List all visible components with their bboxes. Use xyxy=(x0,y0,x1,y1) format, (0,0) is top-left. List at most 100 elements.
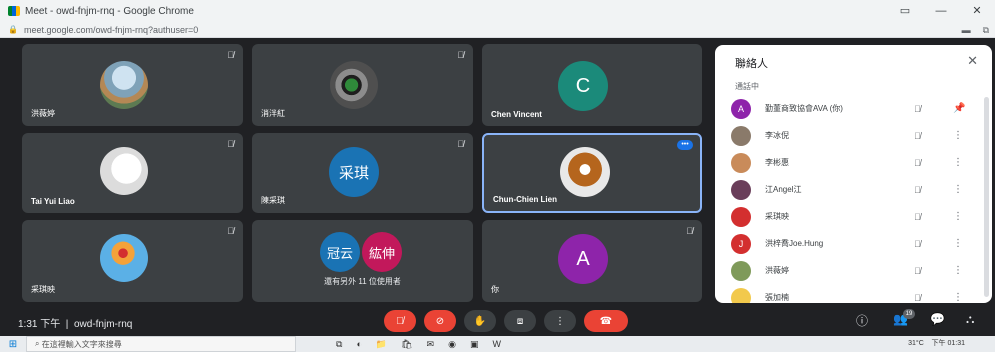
avatar: J xyxy=(731,233,751,254)
more-options-icon[interactable]: ⋮ xyxy=(953,157,963,168)
edge-icon[interactable]: ◐ xyxy=(356,339,361,350)
participant-name: 洪梓喬Joe.Hung xyxy=(765,239,824,248)
more-options-icon[interactable]: ⋮ xyxy=(953,130,963,141)
info-icon[interactable]: ⓘ xyxy=(856,312,868,329)
participant-tile[interactable]: 🎙̸ 消泮紅 xyxy=(252,44,473,126)
people-icon[interactable]: 👥 19 xyxy=(893,309,915,326)
participant-list: A 勤董商致協會AVA (你) 🎙̸ 📌 李冰倪 🎙̸ ⋮ 李彬惠 🎙̸ ⋮ 江… xyxy=(715,95,992,303)
others-count-label: 還有另外 11 位使用者 xyxy=(324,277,401,286)
mic-off-icon: 🎙̸ xyxy=(227,139,234,149)
task-view-icon[interactable]: ⧉ xyxy=(336,339,342,350)
present-button[interactable]: ⧈ xyxy=(504,310,536,332)
others-avatars: 冠云 紘伸 xyxy=(320,232,402,272)
avatar-letter: 冠云 xyxy=(320,232,360,272)
participant-tile[interactable]: 🎙̸ 采琪 陳采琪 xyxy=(252,133,473,213)
system-tray: 31°C 下午 01:31 xyxy=(908,336,965,352)
meet-favicon-icon xyxy=(8,6,20,16)
taskbar-search-input[interactable]: ⌕ 在這裡輸入文字來搜尋 xyxy=(26,336,296,352)
mic-off-icon: 🎙̸ xyxy=(457,139,464,149)
more-options-icon[interactable]: ⋮ xyxy=(953,265,963,276)
list-item[interactable]: 李冰倪 🎙̸ ⋮ xyxy=(715,122,992,149)
mic-off-icon: 🎙̸ xyxy=(914,265,921,276)
extension-icon[interactable]: ⧉ xyxy=(983,22,989,38)
self-tile[interactable]: 🎙̸ A 你 xyxy=(482,220,702,302)
avatar-letter: C xyxy=(558,61,608,111)
avatar-photo xyxy=(100,147,148,195)
store-icon[interactable]: 🛍 xyxy=(401,339,412,350)
activities-icon[interactable]: ⛬ xyxy=(966,312,974,327)
list-item[interactable]: 洪薇婷 🎙̸ ⋮ xyxy=(715,257,992,284)
participant-name: 江Angel江 xyxy=(765,185,802,194)
participant-count-badge: 19 xyxy=(902,309,915,319)
mic-toggle-button[interactable]: 🎙̸ xyxy=(384,310,416,332)
window-title: Meet - owd-fnjm-rnq - Google Chrome xyxy=(25,5,194,17)
avatar-photo xyxy=(330,61,378,109)
mic-off-icon: 🎙̸ xyxy=(396,315,404,327)
leave-call-button[interactable]: ☎ xyxy=(584,310,628,332)
mic-off-icon: 🎙̸ xyxy=(457,50,464,60)
meeting-controls-bar: 1:31 下午 | owd-fnjm-rnq 🎙̸ ⊘ ✋ ⧈ ⋮ ☎ ⓘ 👥 1… xyxy=(0,306,995,336)
participant-tile[interactable]: C Chen Vincent xyxy=(482,44,702,126)
mail-icon[interactable]: ✉ xyxy=(427,339,435,350)
restore-button[interactable]: ▭ xyxy=(887,0,923,22)
avatar-letter: A xyxy=(558,234,608,284)
minimize-button[interactable]: — xyxy=(923,0,959,22)
weather-temperature[interactable]: 31°C xyxy=(908,340,924,347)
meeting-code: owd-fnjm-rnq xyxy=(73,319,133,330)
participant-name: Chun-Chien Lien xyxy=(493,195,557,204)
participant-tile-speaking[interactable]: ••• Chun-Chien Lien xyxy=(482,133,702,213)
avatar-photo xyxy=(100,234,148,282)
mic-off-icon: 🎙̸ xyxy=(686,226,693,236)
chat-icon[interactable]: 💬 xyxy=(930,312,945,326)
mic-off-icon: 🎙̸ xyxy=(914,103,921,114)
more-options-icon[interactable]: ⋮ xyxy=(953,238,963,249)
taskbar-clock[interactable]: 下午 01:31 xyxy=(932,340,965,347)
meeting-time: 1:31 下午 | owd-fnjm-rnq xyxy=(18,319,133,330)
participant-name: 洪薇婷 xyxy=(31,109,55,118)
camera-toggle-button[interactable]: ⊘ xyxy=(424,310,456,332)
list-item[interactable]: J 洪梓喬Joe.Hung 🎙̸ ⋮ xyxy=(715,230,992,257)
more-options-icon[interactable]: ⋮ xyxy=(953,292,963,303)
more-vert-icon: ⋮ xyxy=(555,315,565,327)
chrome-icon[interactable]: ◉ xyxy=(448,339,456,350)
list-item[interactable]: 李彬惠 🎙̸ ⋮ xyxy=(715,149,992,176)
list-item[interactable]: 江Angel江 🎙̸ ⋮ xyxy=(715,176,992,203)
participant-tile[interactable]: 🎙̸ Tai Yui Liao xyxy=(22,133,243,213)
windows-start-icon[interactable]: ⊞ xyxy=(0,339,26,350)
avatar xyxy=(731,287,751,303)
line-icon[interactable]: ▣ xyxy=(470,339,479,350)
close-window-button[interactable]: ✕ xyxy=(959,0,995,22)
others-tile[interactable]: 冠云 紘伸 還有另外 11 位使用者 xyxy=(252,220,473,302)
participants-panel: 聯絡人 ✕ 通話中 A 勤董商致協會AVA (你) 🎙̸ 📌 李冰倪 🎙̸ ⋮ … xyxy=(715,45,992,303)
address-bar[interactable]: 🔒 meet.google.com/owd-fnjm-rnq?authuser=… xyxy=(0,22,995,38)
more-options-icon[interactable]: ⋮ xyxy=(953,211,963,222)
participant-tile[interactable]: 🎙̸ 洪薇婷 xyxy=(22,44,243,126)
list-item[interactable]: A 勤董商致協會AVA (你) 🎙̸ 📌 xyxy=(715,95,992,122)
raise-hand-button[interactable]: ✋ xyxy=(464,310,496,332)
list-item[interactable]: 張加楠 🎙̸ ⋮ xyxy=(715,284,992,303)
mic-off-icon: 🎙̸ xyxy=(227,50,234,60)
avatar xyxy=(731,260,751,281)
participant-name: 李冰倪 xyxy=(765,131,789,140)
more-options-icon[interactable]: ⋮ xyxy=(953,184,963,195)
close-icon[interactable]: ✕ xyxy=(967,53,978,69)
panel-title: 聯絡人 xyxy=(735,58,768,70)
browser-title-bar: Meet - owd-fnjm-rnq - Google Chrome ▭ — … xyxy=(0,0,995,22)
participant-name: 消泮紅 xyxy=(261,109,285,118)
list-item[interactable]: 采琪映 🎙̸ ⋮ xyxy=(715,203,992,230)
mic-off-icon: 🎙̸ xyxy=(914,130,921,141)
avatar-letter: 采琪 xyxy=(329,147,379,197)
camera-indicator-icon[interactable]: ▬ xyxy=(962,22,971,38)
pin-icon[interactable]: 📌 xyxy=(953,103,965,114)
more-options-button[interactable]: ⋮ xyxy=(544,310,576,332)
mic-off-icon: 🎙̸ xyxy=(227,226,234,236)
panel-scrollbar[interactable] xyxy=(984,97,989,297)
section-label: 通話中 xyxy=(735,82,759,91)
file-explorer-icon[interactable]: 📁 xyxy=(376,339,387,350)
participant-tile[interactable]: 🎙̸ 采琪映 xyxy=(22,220,243,302)
camera-off-icon: ⊘ xyxy=(435,315,445,327)
avatar-letter: 紘伸 xyxy=(362,232,402,272)
url-text[interactable]: meet.google.com/owd-fnjm-rnq?authuser=0 xyxy=(24,25,198,35)
hang-up-icon: ☎ xyxy=(599,315,613,327)
word-icon[interactable]: W xyxy=(492,339,501,350)
